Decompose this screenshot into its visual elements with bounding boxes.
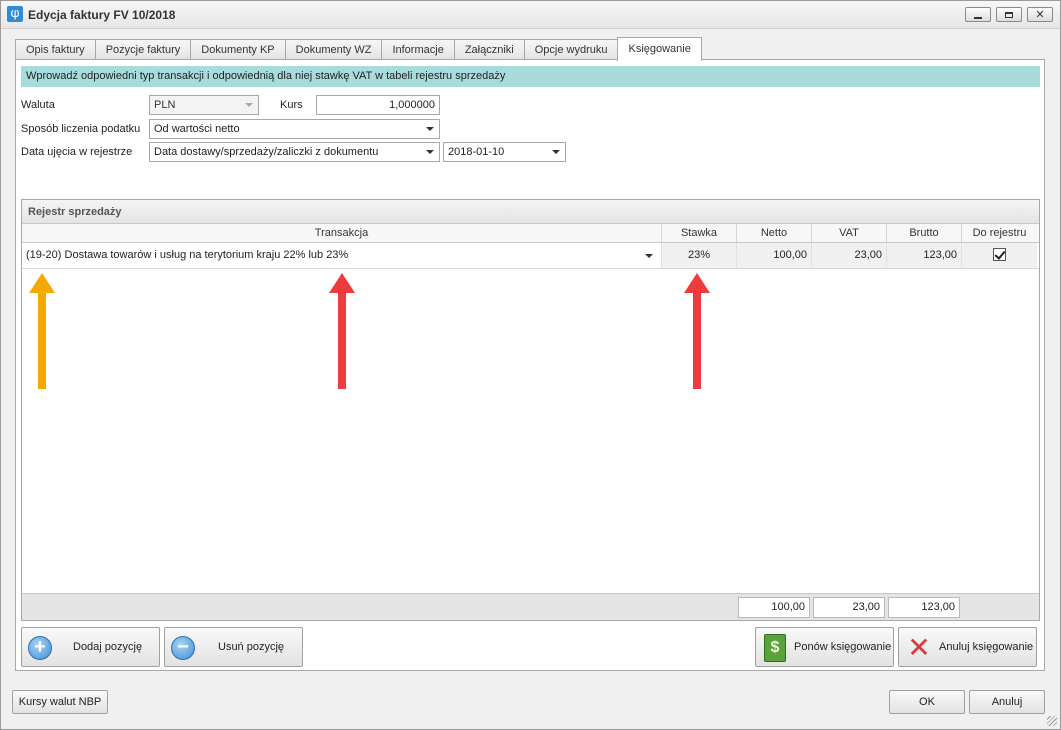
tab-informacje[interactable]: Informacje xyxy=(381,39,454,61)
chevron-down-icon xyxy=(426,150,434,154)
red-x-icon: ✕ xyxy=(907,632,931,663)
currency-select[interactable]: PLN xyxy=(149,95,259,115)
orange-arrow-icon xyxy=(29,273,55,389)
total-net: 100,00 xyxy=(738,597,810,618)
vat-cell[interactable]: 23,00 xyxy=(812,243,887,268)
currency-value: PLN xyxy=(154,99,176,111)
transaction-value: (19-20) Dostawa towarów i usług na teryt… xyxy=(26,249,349,261)
register-date-source-select[interactable]: Data dostawy/sprzedaży/zaliczki z dokume… xyxy=(149,142,440,162)
in-register-cell[interactable] xyxy=(962,243,1037,268)
total-vat: 23,00 xyxy=(813,597,885,618)
tax-method-select[interactable]: Od wartości netto xyxy=(149,119,440,139)
column-header-vat[interactable]: VAT xyxy=(812,224,887,242)
tab-ksiegowanie[interactable]: Księgowanie xyxy=(617,37,702,61)
red-arrow-icon xyxy=(684,273,710,389)
total-gross: 123,00 xyxy=(888,597,960,618)
chevron-down-icon[interactable] xyxy=(645,254,653,258)
gross-cell[interactable]: 123,00 xyxy=(887,243,962,268)
tax-method-label: Sposób liczenia podatku xyxy=(21,123,141,135)
remove-item-button[interactable]: − Usuń pozycję xyxy=(164,627,303,667)
red-arrow-icon xyxy=(329,273,355,389)
cancel-posting-button[interactable]: ✕ Anuluj księgowanie xyxy=(898,627,1037,667)
add-item-label: Dodaj pozycję xyxy=(73,641,143,653)
tab-opis-faktury[interactable]: Opis faktury xyxy=(15,39,95,61)
chevron-down-icon xyxy=(552,150,560,154)
maximize-button[interactable] xyxy=(996,7,1022,22)
repost-button[interactable]: $ Ponów księgowanie xyxy=(755,627,894,667)
add-item-button[interactable]: + Dodaj pozycję xyxy=(21,627,160,667)
tab-strip: Opis faktury Pozycje faktury Dokumenty K… xyxy=(15,37,702,61)
maximize-icon xyxy=(1005,11,1013,18)
tab-dokumenty-wz[interactable]: Dokumenty WZ xyxy=(284,39,382,61)
title-bar: φ Edycja faktury FV 10/2018 ✕ xyxy=(1,1,1060,29)
table-row[interactable]: (19-20) Dostawa towarów i usług na teryt… xyxy=(22,243,1039,269)
posting-tab-panel: Wprowadź odpowiedni typ transakcji i odp… xyxy=(15,59,1045,671)
plus-icon: + xyxy=(28,636,52,660)
window-title: Edycja faktury FV 10/2018 xyxy=(28,8,176,22)
column-header-rate[interactable]: Stawka xyxy=(662,224,737,242)
column-header-transaction[interactable]: Transakcja xyxy=(22,224,662,242)
cancel-button[interactable]: Anuluj xyxy=(969,690,1045,714)
chevron-down-icon xyxy=(426,127,434,131)
money-icon: $ xyxy=(764,634,786,662)
rate-label: Kurs xyxy=(280,99,303,111)
tab-opcje-wydruku[interactable]: Opcje wydruku xyxy=(523,39,618,61)
resize-grip-icon[interactable] xyxy=(1047,716,1057,726)
chevron-down-icon xyxy=(245,103,253,107)
phi-app-icon: φ xyxy=(7,6,23,22)
nbp-rates-button[interactable]: Kursy walut NBP xyxy=(12,690,108,714)
column-header-net[interactable]: Netto xyxy=(737,224,812,242)
ok-button[interactable]: OK xyxy=(889,690,965,714)
currency-label: Waluta xyxy=(21,99,55,111)
transaction-cell[interactable]: (19-20) Dostawa towarów i usług na teryt… xyxy=(22,243,662,268)
repost-label: Ponów księgowanie xyxy=(794,641,892,653)
exchange-rate-input[interactable]: 1,000000 xyxy=(316,95,440,115)
info-message: Wprowadź odpowiedni typ transakcji i odp… xyxy=(21,66,1040,87)
sales-register-grid: Rejestr sprzedaży Transakcja Stawka Nett… xyxy=(21,199,1040,621)
column-header-in-register[interactable]: Do rejestru xyxy=(962,224,1037,242)
register-date-label: Data ujęcia w rejestrze xyxy=(21,146,133,158)
invoice-edit-window: φ Edycja faktury FV 10/2018 ✕ Opis faktu… xyxy=(0,0,1061,730)
tab-pozycje-faktury[interactable]: Pozycje faktury xyxy=(94,39,191,61)
rate-cell[interactable]: 23% xyxy=(662,243,737,268)
grid-totals-footer: 100,00 23,00 123,00 xyxy=(22,593,1039,620)
tab-zalaczniki[interactable]: Załączniki xyxy=(453,39,524,61)
tax-method-value: Od wartości netto xyxy=(154,123,240,135)
minus-icon: − xyxy=(171,636,195,660)
tab-dokumenty-kp[interactable]: Dokumenty KP xyxy=(190,39,285,61)
close-icon: ✕ xyxy=(1035,8,1045,21)
register-date-source-value: Data dostawy/sprzedaży/zaliczki z dokume… xyxy=(154,146,379,158)
close-button[interactable]: ✕ xyxy=(1027,7,1053,22)
grid-header: Transakcja Stawka Netto VAT Brutto Do re… xyxy=(22,224,1039,243)
in-register-checkbox[interactable] xyxy=(993,247,1006,261)
minimize-button[interactable] xyxy=(965,7,991,22)
column-header-gross[interactable]: Brutto xyxy=(887,224,962,242)
remove-item-label: Usuń pozycję xyxy=(218,641,285,653)
cancel-posting-label: Anuluj księgowanie xyxy=(939,641,1034,653)
grid-caption: Rejestr sprzedaży xyxy=(22,200,1039,224)
minimize-icon xyxy=(974,16,982,19)
register-date-picker[interactable]: 2018-01-10 xyxy=(443,142,566,162)
register-date-value: 2018-01-10 xyxy=(448,146,505,158)
net-cell[interactable]: 100,00 xyxy=(737,243,812,268)
